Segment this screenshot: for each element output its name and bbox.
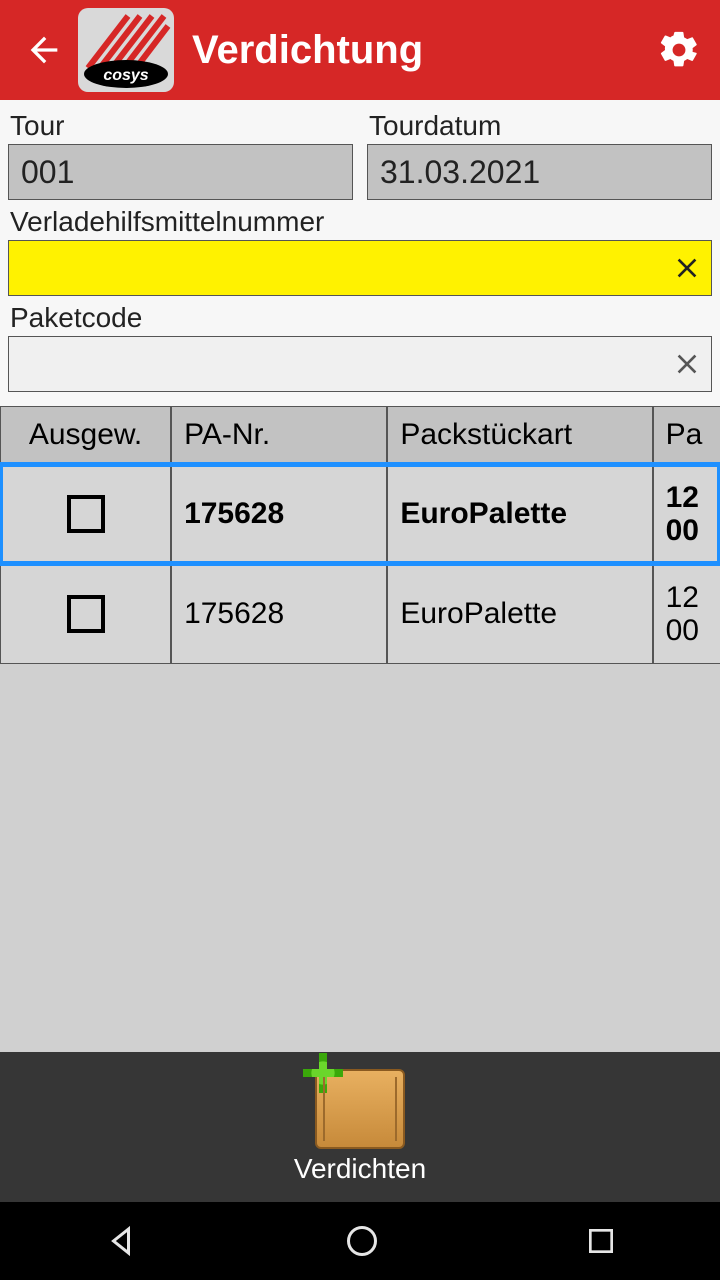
system-nav-bar xyxy=(0,1202,720,1280)
vhm-input[interactable] xyxy=(8,240,712,296)
paketcode-label: Paketcode xyxy=(10,302,712,334)
table-row[interactable]: 175628 EuroPalette 12 00 xyxy=(0,564,720,664)
gear-icon xyxy=(657,28,701,72)
col-ausgew: Ausgew. xyxy=(0,406,171,464)
verdichten-label: Verdichten xyxy=(294,1153,426,1185)
cell-art: EuroPalette xyxy=(387,464,652,564)
tourdatum-input[interactable]: 31.03.2021 xyxy=(367,144,712,200)
app-logo: cosys xyxy=(78,8,174,92)
arrow-left-icon xyxy=(24,30,64,70)
content-spacer xyxy=(0,664,720,1052)
nav-home-button[interactable] xyxy=(344,1223,380,1259)
table-header-row: Ausgew. PA-Nr. Packstückart Pa xyxy=(0,406,720,464)
page-title: Verdichtung xyxy=(184,28,652,73)
svg-text:cosys: cosys xyxy=(103,67,148,84)
cell-extra: 12 00 xyxy=(653,564,720,664)
square-recent-icon xyxy=(585,1225,617,1257)
tour-value: 001 xyxy=(21,154,74,191)
nav-recent-button[interactable] xyxy=(585,1225,617,1257)
tour-input[interactable]: 001 xyxy=(8,144,353,200)
col-packstueckart: Packstückart xyxy=(387,406,652,464)
verdichten-button[interactable]: Verdichten xyxy=(294,1069,426,1185)
paketcode-input[interactable] xyxy=(8,336,712,392)
triangle-back-icon xyxy=(103,1223,139,1259)
tourdatum-value: 31.03.2021 xyxy=(380,154,540,191)
close-icon xyxy=(671,348,703,380)
col-extra: Pa xyxy=(653,406,720,464)
action-bar: Verdichten xyxy=(0,1052,720,1202)
cell-pa-nr: 175628 xyxy=(171,564,387,664)
settings-button[interactable] xyxy=(652,23,706,77)
table-row[interactable]: 175628 EuroPalette 12 00 xyxy=(0,464,720,564)
paketcode-clear-button[interactable] xyxy=(671,348,703,380)
nav-back-button[interactable] xyxy=(103,1223,139,1259)
form-area: Tour 001 Tourdatum 31.03.2021 Verladehil… xyxy=(0,100,720,406)
row-checkbox[interactable] xyxy=(67,595,105,633)
circle-home-icon xyxy=(344,1223,380,1259)
row-checkbox[interactable] xyxy=(67,495,105,533)
back-button[interactable] xyxy=(14,30,74,70)
tourdatum-label: Tourdatum xyxy=(369,110,712,142)
close-icon xyxy=(671,252,703,284)
vhm-clear-button[interactable] xyxy=(671,252,703,284)
cell-pa-nr: 175628 xyxy=(171,464,387,564)
packstueck-table: Ausgew. PA-Nr. Packstückart Pa 175628 Eu… xyxy=(0,406,720,664)
cell-art: EuroPalette xyxy=(387,564,652,664)
app-header: cosys Verdichtung xyxy=(0,0,720,100)
col-pa-nr: PA-Nr. xyxy=(171,406,387,464)
cosys-logo-icon: cosys xyxy=(78,8,174,92)
crate-plus-icon xyxy=(315,1069,405,1149)
vhm-label: Verladehilfsmittelnummer xyxy=(10,206,712,238)
cell-extra: 12 00 xyxy=(653,464,720,564)
tour-label: Tour xyxy=(10,110,353,142)
